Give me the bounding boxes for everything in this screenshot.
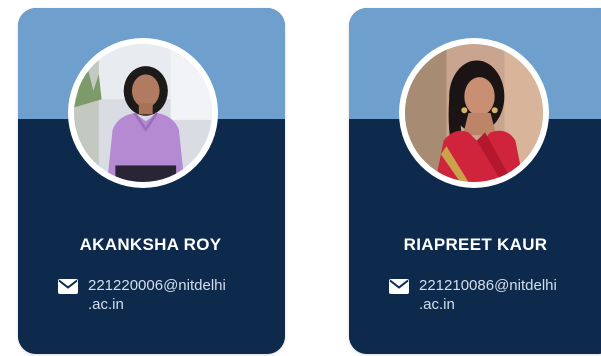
mail-icon	[58, 279, 78, 294]
team-cards: AKANKSHA ROY 221220006@nitdelhi .ac.in R…	[0, 0, 601, 356]
mail-icon	[389, 279, 409, 294]
profile-photo	[74, 44, 212, 182]
avatar	[399, 38, 549, 188]
member-email[interactable]: 221220006@nitdelhi .ac.in	[88, 276, 248, 314]
member-name: RIAPREET KAUR	[403, 235, 548, 254]
email-row: 221210086@nitdelhi .ac.in	[389, 276, 579, 314]
member-card: RIAPREET KAUR 221210086@nitdelhi .ac.in	[349, 8, 601, 354]
member-name: AKANKSHA ROY	[79, 235, 222, 254]
email-row: 221220006@nitdelhi .ac.in	[58, 276, 248, 314]
member-card: AKANKSHA ROY 221220006@nitdelhi .ac.in	[18, 8, 285, 354]
email-line-2: .ac.in	[88, 296, 124, 313]
avatar	[68, 38, 218, 188]
profile-photo	[405, 44, 543, 182]
email-line-1: 221210086@nitdelhi	[419, 277, 557, 294]
email-line-1: 221220006@nitdelhi	[88, 277, 226, 294]
email-line-2: .ac.in	[419, 296, 455, 313]
member-email[interactable]: 221210086@nitdelhi .ac.in	[419, 276, 579, 314]
